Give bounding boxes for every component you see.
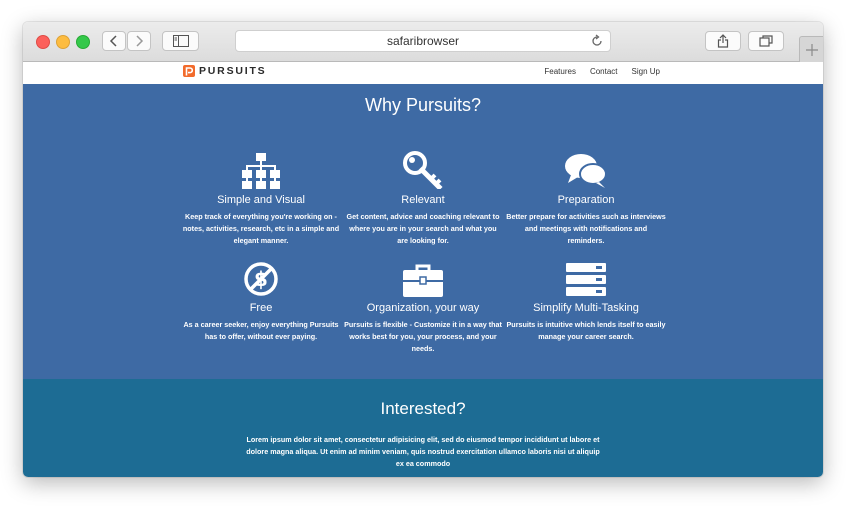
new-tab-button[interactable] bbox=[799, 36, 823, 62]
tabs-icon bbox=[759, 35, 773, 47]
address-text: safaribrowser bbox=[386, 34, 460, 48]
feature-title: Relevant bbox=[401, 194, 445, 206]
feature-free: $ Free As a career seeker, enjoy everyth… bbox=[181, 259, 341, 343]
nav-link-sign-up[interactable]: Sign Up bbox=[632, 67, 660, 76]
logo-mark-icon bbox=[183, 65, 195, 77]
logo-text: PURSUITS bbox=[199, 65, 267, 77]
tabs-overview-button[interactable] bbox=[748, 31, 784, 51]
interested-text: Lorem ipsum dolor sit amet, consectetur … bbox=[246, 435, 600, 468]
share-button[interactable] bbox=[705, 31, 741, 51]
nav-links: Features Contact Sign Up bbox=[544, 67, 660, 76]
browser-window: safaribrowser PURSUITS Features Contact … bbox=[23, 22, 823, 477]
chevron-left-icon bbox=[109, 35, 117, 47]
feature-desc: Pursuits is intuitive which lends itself… bbox=[506, 320, 666, 341]
feature-desc: Keep track of everything you're working … bbox=[182, 212, 340, 245]
feature-title: Preparation bbox=[557, 194, 615, 206]
browser-toolbar: safaribrowser bbox=[23, 22, 823, 62]
feature-preparation: Preparation Better prepare for activitie… bbox=[506, 151, 666, 247]
close-window-button[interactable] bbox=[36, 35, 50, 49]
why-title: Why Pursuits? bbox=[364, 95, 482, 115]
feature-desc: As a career seeker, enjoy everything Pur… bbox=[183, 320, 339, 341]
address-bar[interactable]: safaribrowser bbox=[235, 30, 611, 52]
feature-organization: Organization, your way Pursuits is flexi… bbox=[343, 259, 503, 355]
feature-desc: Better prepare for activities such as in… bbox=[506, 212, 666, 245]
feature-title: Simplify Multi-Tasking bbox=[533, 302, 639, 314]
feature-relevant: Relevant Get content, advice and coachin… bbox=[343, 151, 503, 247]
forward-button[interactable] bbox=[127, 31, 151, 51]
minimize-window-button[interactable] bbox=[56, 35, 70, 49]
feature-desc: Get content, advice and coaching relevan… bbox=[346, 212, 500, 245]
feature-desc: Pursuits is flexible - Customize it in a… bbox=[344, 320, 502, 353]
site-logo[interactable]: PURSUITS bbox=[183, 65, 267, 77]
feature-title: Simple and Visual bbox=[217, 194, 305, 206]
zoom-window-button[interactable] bbox=[76, 35, 90, 49]
sidebar-icon bbox=[172, 35, 189, 47]
why-section: Why Pursuits? Simple and Visual Keep tra… bbox=[23, 84, 823, 379]
feature-title: Organization, your way bbox=[366, 302, 480, 314]
sidebar-toggle-button[interactable] bbox=[162, 31, 199, 51]
interested-title: Interested? bbox=[380, 399, 466, 418]
sitemap-icon bbox=[242, 153, 280, 189]
no-dollar-icon: $ bbox=[244, 262, 278, 296]
nav-link-contact[interactable]: Contact bbox=[590, 67, 618, 76]
server-stack-icon bbox=[566, 263, 606, 296]
interested-section: Interested? Lorem ipsum dolor sit amet, … bbox=[23, 379, 823, 477]
site-navbar: PURSUITS Features Contact Sign Up bbox=[23, 62, 823, 85]
chat-bubbles-icon bbox=[565, 154, 607, 188]
feature-title: Free bbox=[249, 302, 273, 314]
plus-icon bbox=[806, 43, 818, 56]
reload-icon[interactable] bbox=[590, 34, 604, 48]
back-button[interactable] bbox=[102, 31, 126, 51]
nav-link-features[interactable]: Features bbox=[544, 67, 576, 76]
share-icon bbox=[717, 34, 729, 48]
chevron-right-icon bbox=[136, 35, 144, 47]
feature-simple-visual: Simple and Visual Keep track of everythi… bbox=[181, 151, 341, 247]
key-icon bbox=[403, 151, 443, 189]
briefcase-icon bbox=[403, 264, 443, 297]
feature-multitasking: Simplify Multi-Tasking Pursuits is intui… bbox=[506, 259, 666, 343]
